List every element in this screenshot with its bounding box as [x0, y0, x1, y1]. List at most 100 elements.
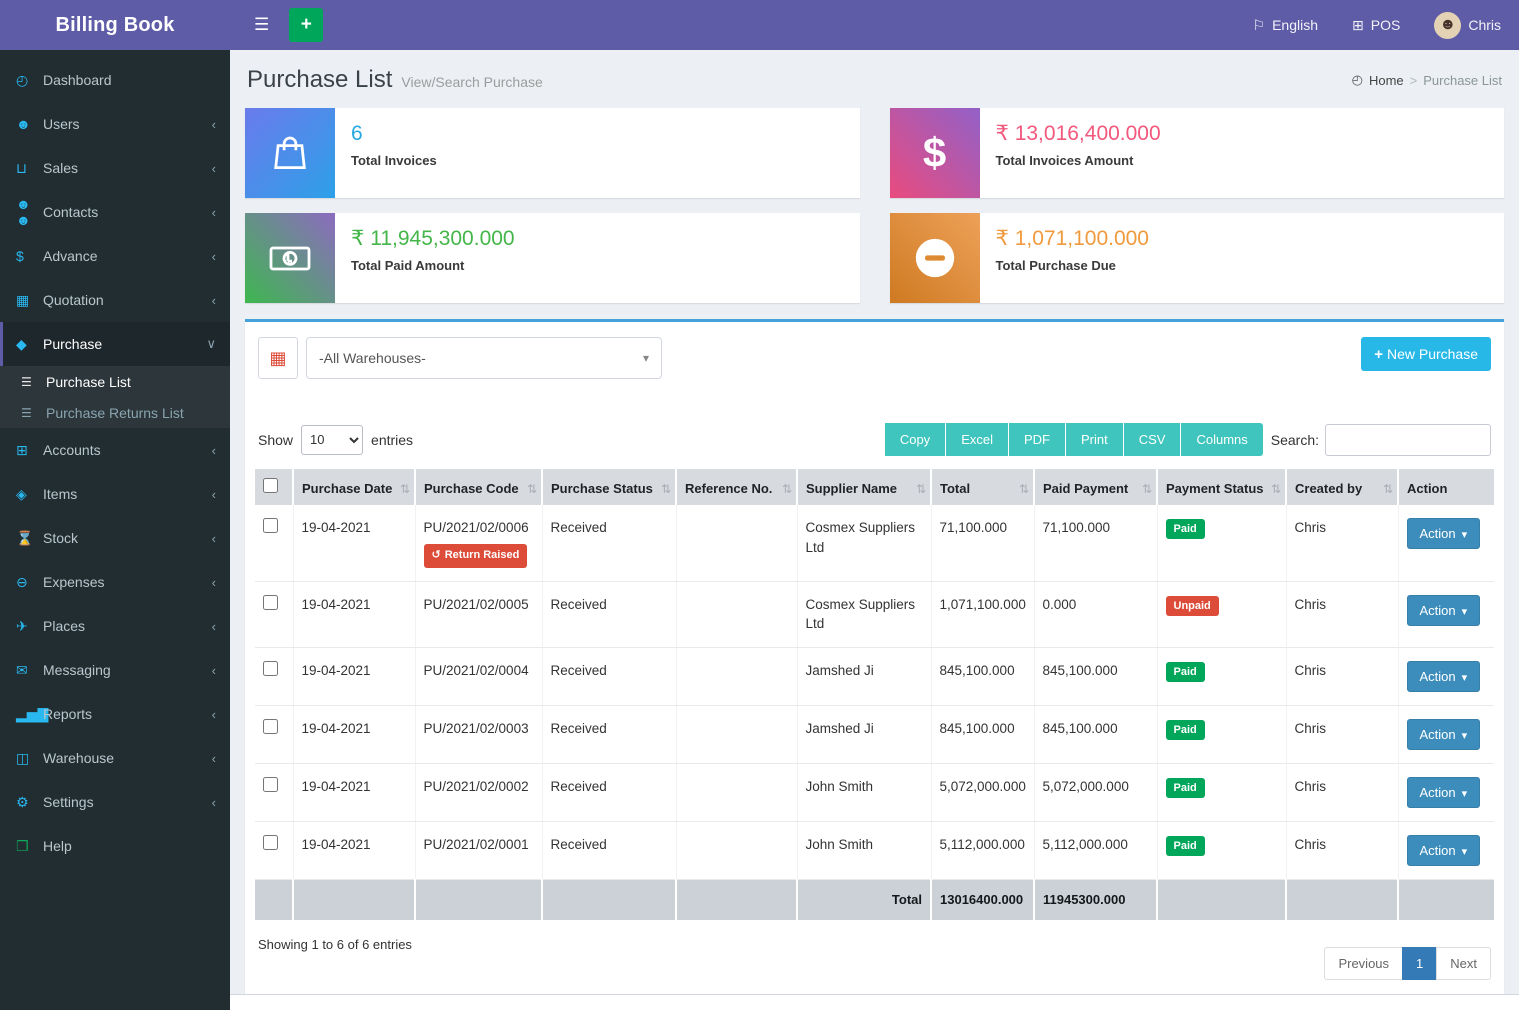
chevron-icon: ‹ — [212, 751, 216, 766]
sidebar-subitem-purchase-returns-list[interactable]: ☰ Purchase Returns List — [0, 397, 230, 428]
chevron-icon: ‹ — [212, 531, 216, 546]
page-size-select[interactable]: 10 — [301, 425, 363, 455]
sidebar-item-accounts[interactable]: ⊞ Accounts ‹ — [0, 428, 230, 472]
row-checkbox[interactable] — [263, 835, 278, 850]
cell-created-by: Chris — [1286, 763, 1398, 821]
row-checkbox[interactable] — [263, 518, 278, 533]
sidebar-subitem-label: Purchase List — [46, 374, 131, 390]
sort-icon[interactable] — [1271, 482, 1281, 496]
column-header-supplier-name[interactable]: Supplier Name — [797, 469, 931, 505]
export-print-button[interactable]: Print — [1066, 423, 1124, 456]
chevron-icon: ‹ — [212, 707, 216, 722]
sort-icon[interactable] — [916, 482, 926, 496]
pos-icon: ⊞ — [1352, 17, 1364, 34]
chevron-down-icon: ▾ — [643, 351, 649, 365]
sidebar-item-contacts[interactable]: ☻☻ Contacts ‹ — [0, 190, 230, 234]
table-header-row: Purchase Date Purchase Code Purchase Sta… — [255, 469, 1494, 505]
export-columns-button[interactable]: Columns — [1181, 423, 1262, 456]
export-csv-button[interactable]: CSV — [1124, 423, 1182, 456]
action-button[interactable]: Action — [1407, 661, 1481, 692]
export-excel-button[interactable]: Excel — [946, 423, 1009, 456]
previous-page-button[interactable]: Previous — [1324, 947, 1403, 980]
sidebar-item-icon: ⊖ — [16, 574, 43, 591]
sidebar-item-dashboard[interactable]: ◴ Dashboard — [0, 58, 230, 102]
sidebar-subitem-purchase-list[interactable]: ☰ Purchase List — [0, 366, 230, 397]
language-menu[interactable]: ⚐ English — [1253, 17, 1318, 34]
action-button[interactable]: Action — [1407, 777, 1481, 808]
action-button[interactable]: Action — [1407, 595, 1481, 626]
column-header-paid-payment[interactable]: Paid Payment — [1034, 469, 1157, 505]
row-checkbox[interactable] — [263, 777, 278, 792]
sidebar-item-expenses[interactable]: ⊖ Expenses ‹ — [0, 560, 230, 604]
cell-checkbox — [255, 821, 293, 879]
cell-paid-payment: 845,100.000 — [1034, 647, 1157, 705]
action-button[interactable]: Action — [1407, 719, 1481, 750]
column-header-purchase-date[interactable]: Purchase Date — [293, 469, 415, 505]
card-total-purchase-due: ₹ 1,071,100.000 Total Purchase Due — [890, 213, 1505, 303]
pos-menu[interactable]: ⊞ POS — [1352, 17, 1400, 34]
column-header-purchase-code[interactable]: Purchase Code — [415, 469, 542, 505]
chevron-icon: ‹ — [212, 575, 216, 590]
sidebar-item-settings[interactable]: ⚙ Settings ‹ — [0, 780, 230, 824]
sidebar-item-icon: ✈ — [16, 618, 43, 635]
column-header-purchase-status[interactable]: Purchase Status — [542, 469, 676, 505]
sort-icon[interactable] — [782, 482, 792, 496]
column-header-total[interactable]: Total — [931, 469, 1034, 505]
row-checkbox[interactable] — [263, 719, 278, 734]
new-purchase-button[interactable]: + New Purchase — [1361, 337, 1491, 371]
sidebar-item-users[interactable]: ☻ Users ‹ — [0, 102, 230, 146]
app-logo[interactable]: Billing Book — [0, 0, 230, 50]
sidebar-item-sales[interactable]: ⊔ Sales ‹ — [0, 146, 230, 190]
select-all-checkbox[interactable] — [263, 478, 278, 493]
sort-icon[interactable] — [1383, 482, 1393, 496]
action-button[interactable]: Action — [1407, 518, 1481, 549]
caret-down-icon — [1456, 727, 1468, 742]
cell-reference-no — [676, 763, 797, 821]
cell-payment-status: Unpaid — [1157, 581, 1286, 647]
sort-icon[interactable] — [400, 482, 410, 496]
sidebar-item-help[interactable]: ❒ Help — [0, 824, 230, 868]
sort-icon[interactable] — [527, 482, 537, 496]
sort-icon[interactable] — [1019, 482, 1029, 496]
sort-icon[interactable] — [1142, 482, 1152, 496]
sidebar-item-stock[interactable]: ⌛ Stock ‹ — [0, 516, 230, 560]
sidebar-item-icon: ◴ — [16, 72, 43, 89]
column-header-created-by[interactable]: Created by — [1286, 469, 1398, 505]
sidebar-item-icon: ◫ — [16, 750, 43, 767]
hamburger-menu-icon[interactable]: ☰ — [248, 11, 275, 39]
export-copy-button[interactable]: Copy — [885, 423, 946, 456]
quick-add-button[interactable]: + — [289, 8, 323, 42]
row-checkbox[interactable] — [263, 661, 278, 676]
column-header-reference-no[interactable]: Reference No. — [676, 469, 797, 505]
sidebar-item-advance[interactable]: $ Advance ‹ — [0, 234, 230, 278]
chevron-icon: ∨ — [206, 336, 216, 352]
column-header-action[interactable]: Action — [1398, 469, 1494, 505]
sidebar-item-label: Contacts — [43, 204, 98, 220]
sidebar-item-purchase[interactable]: ◆ Purchase ∨ — [0, 322, 230, 366]
sidebar-item-warehouse[interactable]: ◫ Warehouse ‹ — [0, 736, 230, 780]
sidebar-item-icon: ☻☻ — [16, 196, 43, 228]
user-menu[interactable]: ☻ Chris — [1434, 12, 1501, 39]
sidebar-item-places[interactable]: ✈ Places ‹ — [0, 604, 230, 648]
next-page-button[interactable]: Next — [1436, 947, 1491, 980]
cell-paid-payment: 71,100.000 — [1034, 505, 1157, 581]
row-checkbox[interactable] — [263, 595, 278, 610]
action-button[interactable]: Action — [1407, 835, 1481, 866]
search-input[interactable] — [1325, 424, 1491, 456]
sidebar-item-messaging[interactable]: ✉ Messaging ‹ — [0, 648, 230, 692]
cell-supplier-name: Cosmex Suppliers Ltd — [797, 505, 931, 581]
sidebar-item-quotation[interactable]: ▦ Quotation ‹ — [0, 278, 230, 322]
sidebar-item-label: Users — [43, 116, 80, 132]
breadcrumb-home[interactable]: Home — [1369, 73, 1404, 88]
sidebar-item-items[interactable]: ◈ Items ‹ — [0, 472, 230, 516]
page-1-button[interactable]: 1 — [1402, 947, 1437, 980]
export-pdf-button[interactable]: PDF — [1009, 423, 1066, 456]
column-header-payment-status[interactable]: Payment Status — [1157, 469, 1286, 505]
sidebar-item-icon: ◆ — [16, 336, 43, 353]
payment-status-badge: Paid — [1166, 720, 1205, 740]
sidebar-item-reports[interactable]: ▂▅▇ Reports ‹ — [0, 692, 230, 736]
sort-icon[interactable] — [661, 482, 671, 496]
page-footer: Copyright © 2021 All rights reserved. Bi… — [230, 994, 1519, 1010]
warehouse-select[interactable]: -All Warehouses- ▾ — [306, 337, 662, 379]
sidebar-item-icon: ▂▅▇ — [16, 706, 43, 723]
